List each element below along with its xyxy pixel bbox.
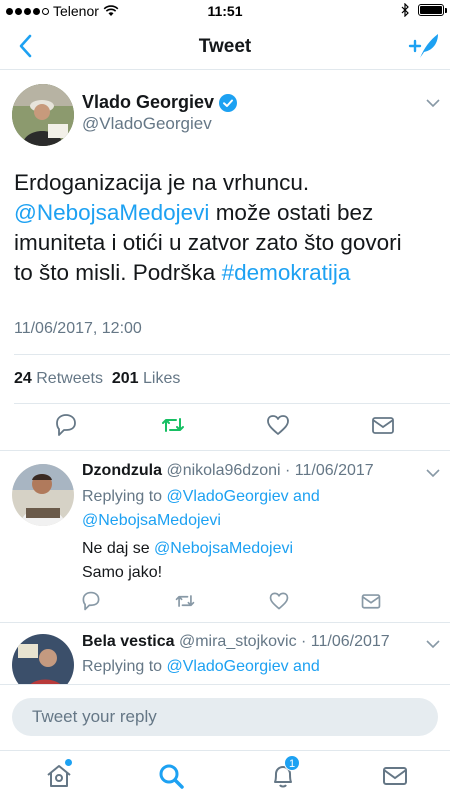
tweet-text-line-3: imuniteta i otići u zatvor zato što govo… [14, 230, 402, 255]
replying-to-line: Replying to @VladoGeorgiev and [82, 658, 320, 676]
search-icon [159, 764, 184, 789]
retweet-icon[interactable] [160, 412, 186, 438]
battery-icon [418, 4, 447, 16]
direct-message-icon[interactable] [360, 590, 382, 612]
replying-to-and[interactable]: and [289, 488, 320, 505]
tweet-action-bar [0, 412, 450, 442]
author-name[interactable]: Vlado Georgiev [82, 92, 238, 113]
replying-to-and[interactable]: and [289, 658, 320, 675]
tab-notifications[interactable]: 1 [268, 755, 300, 791]
reply-text-prefix: Ne daj se [82, 540, 155, 557]
reply-author-handle-date: @mira_stojkovic · 11/06/2017 [178, 633, 390, 650]
verified-badge-icon [219, 93, 238, 112]
navigation-bar: Tweet [0, 22, 450, 70]
direct-message-icon[interactable] [370, 412, 396, 438]
reply-input[interactable]: Tweet your reply [12, 698, 438, 736]
reply-author-handle-date: @nikola96dzoni · 11/06/2017 [166, 462, 374, 479]
replying-to-mention[interactable]: @VladoGeorgiev [167, 658, 289, 675]
like-heart-icon[interactable] [265, 412, 291, 438]
tweet-stats: 24 Retweets 201 Likes [14, 370, 180, 388]
reply-text-line-2: Samo jako! [82, 564, 163, 581]
mention-link[interactable]: @NebojsaMedojevi [14, 200, 209, 225]
reply-tweet[interactable]: Dzondzula @nikola96dzoni · 11/06/2017 Re… [0, 450, 450, 622]
reply-author[interactable]: Dzondzula @nikola96dzoni · 11/06/2017 [82, 462, 374, 480]
page-title: Tweet [198, 36, 252, 57]
tweet-text-line-4: to što misli. Podrška #demokratija [14, 258, 434, 288]
reply-composer-bar: Tweet your reply [0, 684, 450, 750]
divider [14, 354, 450, 355]
hashtag-link[interactable]: #demokratija [222, 260, 351, 285]
retweets-count[interactable]: 24 [14, 370, 32, 387]
author-avatar[interactable] [12, 84, 74, 146]
compose-tweet-icon[interactable] [408, 30, 440, 62]
tab-messages[interactable] [380, 761, 410, 791]
reply-options-chevron-icon[interactable] [426, 639, 440, 649]
replying-to-mention-2[interactable]: @NebojsaMedojevi [82, 512, 221, 530]
tab-bar: 1 [0, 750, 450, 800]
reply-mention-link[interactable]: @NebojsaMedojevi [154, 540, 293, 557]
reply-author-name: Bela vestica [82, 633, 175, 650]
author-name-label: Vlado Georgiev [82, 92, 215, 112]
tab-home[interactable] [44, 759, 74, 791]
notifications-badge: 1 [284, 755, 300, 771]
like-heart-icon[interactable] [268, 590, 290, 612]
reply-author-name: Dzondzula [82, 462, 162, 479]
tweet-text-line-2: @NebojsaMedojevi može ostati bez [14, 198, 434, 228]
reply-author[interactable]: Bela vestica @mira_stojkovic · 11/06/201… [82, 633, 390, 651]
replying-to-label: Replying to [82, 488, 167, 505]
tweet-text-line-1: Erdoganizacija je na vrhuncu. [14, 170, 310, 195]
clock: 11:51 [207, 3, 243, 19]
reply-action-bar [0, 590, 450, 614]
replying-to-label: Replying to [82, 658, 167, 675]
reply-options-chevron-icon[interactable] [426, 468, 440, 478]
reply-avatar[interactable] [12, 464, 74, 526]
tweet-text-line-4-text: to što misli. Podrška [14, 260, 222, 285]
retweets-label[interactable]: Retweets [36, 370, 103, 387]
mail-icon [383, 767, 407, 785]
tweet-options-chevron-icon[interactable] [426, 98, 440, 108]
reply-tweet[interactable]: Bela vestica @mira_stojkovic · 11/06/201… [0, 622, 450, 684]
author-handle[interactable]: @VladoGeorgiev [82, 114, 212, 134]
divider [14, 403, 450, 404]
tab-search[interactable] [156, 761, 186, 791]
home-unread-dot [65, 759, 72, 766]
replying-to-line: Replying to @VladoGeorgiev and [82, 488, 320, 506]
retweet-icon[interactable] [174, 590, 196, 612]
reply-avatar[interactable] [12, 634, 74, 684]
tweet-timestamp: 11/06/2017, 12:00 [14, 320, 142, 337]
replying-to-mention[interactable]: @VladoGeorgiev [167, 488, 289, 505]
bluetooth-icon [401, 3, 409, 17]
likes-count[interactable]: 201 [112, 370, 139, 387]
reply-icon[interactable] [80, 590, 102, 612]
reply-icon[interactable] [53, 412, 79, 438]
reply-text-line-1: Ne daj se @NebojsaMedojevi [82, 540, 293, 558]
likes-label[interactable]: Likes [143, 370, 180, 387]
status-bar: Telenor 11:51 [0, 0, 450, 22]
tweet-text-line-2-rest: može ostati bez [209, 200, 374, 225]
tweet-text: Erdoganizacija je na vrhuncu. @NebojsaMe… [14, 168, 434, 288]
